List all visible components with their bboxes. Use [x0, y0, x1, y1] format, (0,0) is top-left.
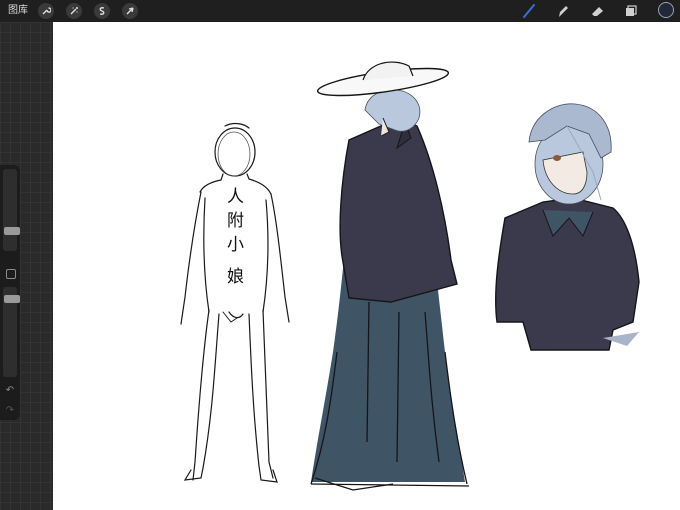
- eraser-icon[interactable]: [588, 3, 606, 19]
- selection-icon[interactable]: [94, 3, 110, 19]
- redo-button[interactable]: ↷: [3, 405, 17, 417]
- opacity-thumb[interactable]: [4, 295, 20, 303]
- annotation-char: 附: [227, 211, 244, 231]
- smudge-icon[interactable]: [554, 3, 572, 19]
- brush-size-slider[interactable]: [3, 169, 20, 251]
- annotation-char: 人: [227, 187, 244, 207]
- sidebar: ↶ ↷: [0, 165, 20, 420]
- brush-icon[interactable]: [520, 3, 538, 19]
- standing-figure: [310, 61, 470, 491]
- undo-button[interactable]: ↶: [3, 385, 17, 397]
- annotation-char: 娘: [227, 267, 244, 287]
- gallery-button[interactable]: 图库: [8, 4, 28, 18]
- modify-button[interactable]: [6, 269, 16, 279]
- drawing-canvas[interactable]: 人 附 小 娘: [53, 22, 680, 510]
- sketch-annotation: 人 附 小 娘: [227, 187, 244, 287]
- wrench-icon[interactable]: [38, 3, 54, 19]
- opacity-slider[interactable]: [3, 287, 20, 377]
- top-toolbar: 图库: [0, 0, 680, 22]
- sketch-figure: [180, 122, 290, 483]
- bust-figure: [495, 103, 640, 351]
- transform-arrow-icon[interactable]: [122, 3, 138, 19]
- layers-icon[interactable]: [622, 3, 640, 19]
- brush-size-thumb[interactable]: [4, 227, 20, 235]
- color-swatch[interactable]: [658, 2, 674, 18]
- artwork: 人 附 小 娘: [180, 61, 640, 491]
- magic-wand-icon[interactable]: [66, 3, 82, 19]
- annotation-char: 小: [227, 235, 244, 255]
